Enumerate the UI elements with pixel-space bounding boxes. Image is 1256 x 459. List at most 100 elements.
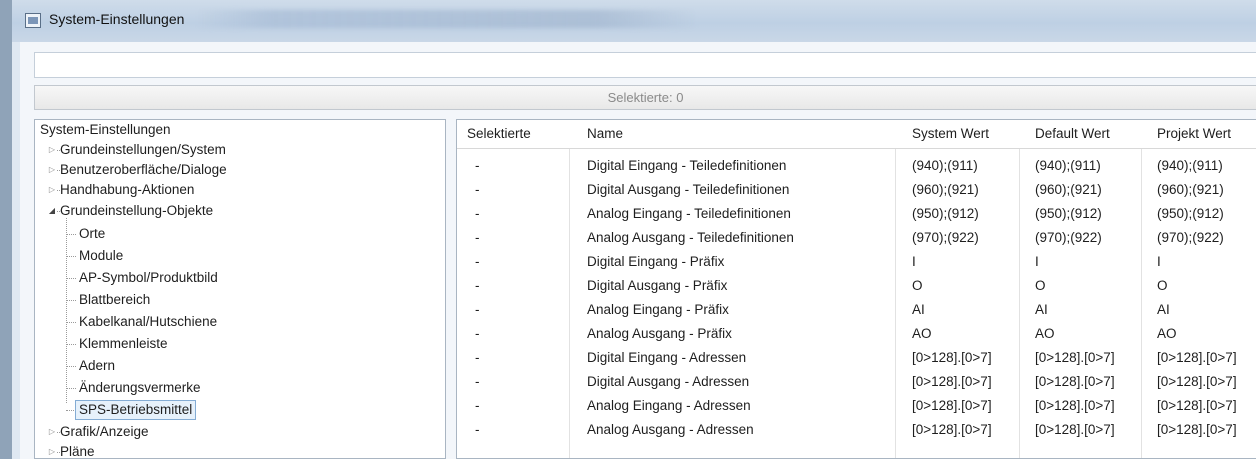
tree-item-label: AP-Symbol/Produktbild — [79, 270, 218, 285]
cell-default-wert: [0>128].[0>7] — [1035, 422, 1115, 437]
table-row[interactable]: - Digital Eingang - Adressen [0>128].[0>… — [457, 346, 1256, 370]
column-header-default-wert[interactable]: Default Wert — [1035, 120, 1110, 148]
cell-projekt-wert: I — [1157, 254, 1161, 269]
expand-arrow-icon[interactable]: ▷ — [47, 180, 57, 200]
title-bar[interactable]: System-Einstellungen — [12, 0, 1256, 42]
cell-selektierte: - — [475, 254, 480, 269]
settings-table[interactable]: Selektierte Name System Wert Default Wer… — [456, 119, 1256, 459]
settings-window: System-Einstellungen Selektierte: 0 Syst… — [12, 0, 1256, 459]
cell-projekt-wert: [0>128].[0>7] — [1157, 422, 1237, 437]
cell-selektierte: - — [475, 422, 480, 437]
table-row[interactable]: - Digital Ausgang - Präfix O O O — [457, 274, 1256, 298]
column-header-system-wert[interactable]: System Wert — [912, 120, 989, 148]
search-input[interactable] — [34, 52, 1256, 78]
table-row[interactable]: - Digital Eingang - Präfix I I I — [457, 250, 1256, 274]
table-row[interactable]: - Analog Ausgang - Adressen [0>128].[0>7… — [457, 418, 1256, 442]
cell-default-wert: I — [1035, 254, 1039, 269]
cell-system-wert: AO — [912, 326, 932, 341]
cell-projekt-wert: AI — [1157, 302, 1170, 317]
column-header-selektierte[interactable]: Selektierte — [467, 120, 531, 148]
column-header-name[interactable]: Name — [587, 120, 623, 148]
cell-name: Analog Eingang - Teiledefinitionen — [587, 206, 791, 221]
expand-arrow-icon[interactable]: ▷ — [47, 442, 57, 458]
tree-item-label: Handhabung-Aktionen — [60, 182, 195, 197]
cell-system-wert: O — [912, 278, 923, 293]
cell-name: Analog Ausgang - Teiledefinitionen — [587, 230, 794, 245]
blurred-taskbar-strip — [197, 10, 697, 28]
cell-system-wert: (970);(922) — [912, 230, 979, 245]
cell-name: Analog Eingang - Präfix — [587, 302, 729, 317]
cell-selektierte: - — [475, 206, 480, 221]
cell-name: Digital Ausgang - Präfix — [587, 278, 728, 293]
cell-system-wert: I — [912, 254, 916, 269]
expand-arrow-icon[interactable]: ▷ — [47, 422, 57, 442]
expand-arrow-icon[interactable]: ▷ — [47, 140, 57, 160]
column-header-projekt-wert[interactable]: Projekt Wert — [1157, 120, 1231, 148]
cell-default-wert: (950);(912) — [1035, 206, 1102, 221]
cell-projekt-wert: (960);(921) — [1157, 182, 1224, 197]
cell-selektierte: - — [475, 158, 480, 173]
cell-default-wert: (940);(911) — [1035, 158, 1101, 173]
tree-item-label: Grundeinstellungen/System — [60, 142, 226, 157]
cell-default-wert: O — [1035, 278, 1046, 293]
cell-selektierte: - — [475, 182, 480, 197]
cell-projekt-wert: (940);(911) — [1157, 158, 1223, 173]
expand-arrow-icon[interactable]: ▷ — [47, 160, 57, 180]
tree-item-label: Änderungsvermerke — [79, 380, 201, 395]
table-row[interactable]: - Analog Eingang - Teiledefinitionen (95… — [457, 202, 1256, 226]
cell-name: Analog Ausgang - Adressen — [587, 422, 754, 437]
cell-default-wert: (960);(921) — [1035, 182, 1102, 197]
cell-default-wert: [0>128].[0>7] — [1035, 350, 1115, 365]
collapse-arrow-icon[interactable]: ◢ — [47, 201, 57, 221]
cell-projekt-wert: O — [1157, 278, 1168, 293]
tree-item-label: Grafik/Anzeige — [60, 424, 149, 439]
tree-item-label: Orte — [79, 226, 106, 241]
table-row[interactable]: - Analog Ausgang - Teiledefinitionen (97… — [457, 226, 1256, 250]
cell-system-wert: (960);(921) — [912, 182, 979, 197]
tree-item-label: Grundeinstellung-Objekte — [60, 203, 214, 218]
cell-default-wert: [0>128].[0>7] — [1035, 374, 1115, 389]
table-header: Selektierte Name System Wert Default Wer… — [457, 120, 1256, 149]
table-row[interactable]: - Digital Eingang - Teiledefinitionen (9… — [457, 154, 1256, 178]
cell-system-wert: [0>128].[0>7] — [912, 374, 992, 389]
cell-projekt-wert: (950);(912) — [1157, 206, 1224, 221]
window-title: System-Einstellungen — [49, 11, 185, 27]
settings-tree[interactable]: System-Einstellungen ▷ Grundeinstellunge… — [34, 119, 446, 459]
cell-projekt-wert: [0>128].[0>7] — [1157, 374, 1237, 389]
cell-default-wert: AO — [1035, 326, 1055, 341]
cell-selektierte: - — [475, 302, 480, 317]
cell-selektierte: - — [475, 350, 480, 365]
cell-system-wert: (940);(911) — [912, 158, 978, 173]
cell-name: Digital Ausgang - Adressen — [587, 374, 750, 389]
tree-guide-line — [66, 218, 67, 403]
app-icon — [25, 13, 41, 28]
cell-system-wert: [0>128].[0>7] — [912, 422, 992, 437]
table-row[interactable]: - Digital Ausgang - Teiledefinitionen (9… — [457, 178, 1256, 202]
cell-system-wert: AI — [912, 302, 925, 317]
cell-selektierte: - — [475, 230, 480, 245]
table-row[interactable]: - Digital Ausgang - Adressen [0>128].[0>… — [457, 370, 1256, 394]
tree-item-label: Blattbereich — [79, 292, 151, 307]
tree-item-label: Module — [79, 248, 124, 263]
cell-default-wert: AI — [1035, 302, 1048, 317]
cell-projekt-wert: [0>128].[0>7] — [1157, 398, 1237, 413]
table-row[interactable]: - Analog Eingang - Adressen [0>128].[0>7… — [457, 394, 1256, 418]
cell-selektierte: - — [475, 278, 480, 293]
tree-item-label: Kabelkanal/Hutschiene — [79, 314, 218, 329]
tree-item-label: Pläne — [60, 444, 95, 459]
cell-name: Analog Ausgang - Präfix — [587, 326, 732, 341]
tree-item-label: Benutzeroberfläche/Dialoge — [60, 162, 227, 177]
cell-projekt-wert: [0>128].[0>7] — [1157, 350, 1237, 365]
table-row[interactable]: - Analog Ausgang - Präfix AO AO AO — [457, 322, 1256, 346]
cell-default-wert: [0>128].[0>7] — [1035, 398, 1115, 413]
cell-system-wert: (950);(912) — [912, 206, 979, 221]
table-row[interactable]: - Analog Eingang - Präfix AI AI AI — [457, 298, 1256, 322]
tree-root[interactable]: System-Einstellungen — [40, 120, 171, 140]
cell-name: Digital Eingang - Präfix — [587, 254, 725, 269]
selection-count-bar: Selektierte: 0 — [34, 85, 1256, 110]
cell-system-wert: [0>128].[0>7] — [912, 398, 992, 413]
tree-item-label: Adern — [79, 358, 116, 373]
cell-name: Digital Eingang - Teiledefinitionen — [587, 158, 787, 173]
desktop-background — [0, 0, 12, 459]
tree-item-label-selected: SPS-Betriebsmittel — [75, 400, 197, 420]
